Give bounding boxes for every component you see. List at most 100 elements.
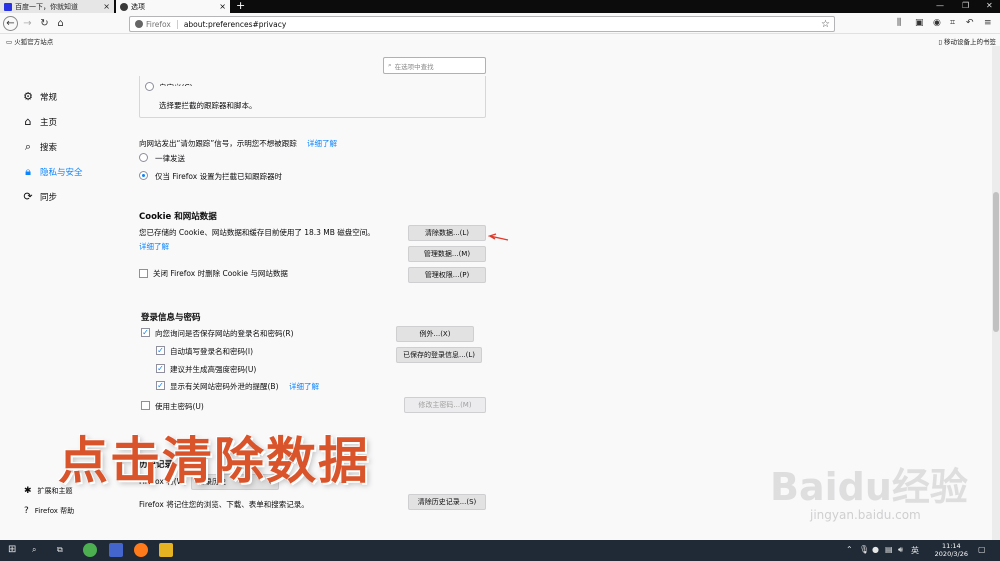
close-tab-icon[interactable]: × — [219, 2, 226, 11]
menu-icon[interactable]: ≡ — [984, 18, 992, 28]
clear-history-button[interactable]: 清除历史记录...(S) — [408, 494, 486, 510]
ime-indicator[interactable]: 英 — [911, 545, 919, 556]
custom-radio[interactable] — [145, 82, 154, 91]
close-window-button[interactable]: ✕ — [986, 1, 993, 10]
clock-date: 2020/3/26 — [934, 550, 968, 558]
sidebar-icon[interactable]: ▣ — [915, 18, 924, 28]
history-description: Firefox 将记住您的浏览、下载、表单和搜索记录。 — [139, 500, 309, 509]
scrollbar-thumb[interactable] — [993, 192, 999, 332]
bookmark-star-icon[interactable]: ☆ — [821, 19, 830, 30]
back-button[interactable]: ← — [3, 16, 18, 31]
undo-icon[interactable]: ↶ — [966, 18, 974, 28]
file-explorer-icon[interactable] — [159, 543, 173, 557]
back-arrow-icon: ← — [6, 18, 15, 29]
delete-on-close-checkbox[interactable] — [139, 269, 148, 278]
help-link[interactable]: ? Firefox 帮助 — [24, 506, 74, 516]
tab-options[interactable]: 选项 × — [116, 0, 230, 13]
bookmark-item[interactable]: ▭ 火狐官方站点 — [6, 36, 53, 46]
help-label: Firefox 帮助 — [34, 507, 75, 515]
manage-permissions-button[interactable]: 管理权限...(P) — [408, 267, 486, 283]
notifications-icon[interactable]: ▢ — [978, 545, 986, 554]
minimize-button[interactable]: — — [936, 1, 944, 10]
autofill-checkbox[interactable]: ✓ — [156, 346, 165, 355]
baidu-watermark-url: jingyan.baidu.com — [810, 508, 921, 522]
bookmark-label: 火狐官方站点 — [14, 38, 54, 46]
clock-time: 11:14 — [941, 542, 961, 550]
custom-label: 自定义(C) — [159, 82, 193, 86]
sidebar-item-label: 常规 — [40, 92, 58, 103]
home-icon: ⌂ — [24, 115, 32, 128]
library-icon[interactable]: ⫼ — [897, 18, 901, 28]
breach-alerts-checkbox[interactable]: ✓ — [156, 381, 165, 390]
suggest-password-checkbox[interactable]: ✓ — [156, 364, 165, 373]
bookmarks-toolbar: ▭ 火狐官方站点 ▯ 移动设备上的书签 — [0, 34, 1000, 46]
url-bar[interactable]: Firefox about:preferences#privacy ☆ — [129, 16, 835, 32]
task-view-icon[interactable]: ⧉ — [57, 545, 63, 555]
dnt-learn-more-link[interactable]: 详细了解 — [307, 138, 337, 149]
screenshot-icon[interactable]: ⌗ — [950, 18, 955, 28]
tab-strip: 百度一下，你就知道 × 选项 × + — ❐ ✕ — [0, 0, 1000, 13]
clear-data-button[interactable]: 清除数据...(L) — [408, 225, 486, 241]
sync-icon: ⟳ — [23, 190, 33, 203]
cookies-heading: Cookie 和网站数据 — [139, 212, 217, 222]
dnt-text: 向网站发出“请勿跟踪”信号，示明您不想被跟踪 — [139, 139, 297, 148]
preferences-page: ⌕ 在选项中查找 ⚙ 常规 ⌂ 主页 ⌕ 搜索 🔒︎ 隐私与安全 ⟳ 同步 ✱ … — [0, 46, 992, 540]
tray-app-icon[interactable]: ● — [872, 545, 879, 554]
windows-taskbar: ⊞ ⌕ ⧉ ⌃ 🎙︎ ● ▤ 🔊︎ 英 11:14 2020/3/26 ▢ — [0, 540, 1000, 561]
forward-button[interactable]: → — [20, 16, 35, 31]
home-button[interactable]: ⌂ — [53, 16, 68, 31]
search-icon[interactable]: ⌕ — [32, 545, 36, 555]
firefox-taskbar-icon[interactable] — [134, 543, 148, 557]
cookies-learn-more-link[interactable]: 详细了解 — [139, 241, 169, 252]
search-icon: ⌕ — [24, 140, 32, 153]
new-tab-button[interactable]: + — [236, 0, 245, 12]
folder-icon: ▭ — [6, 38, 13, 46]
tray-chevron-icon[interactable]: ⌃ — [846, 545, 853, 554]
microphone-icon[interactable]: 🎙︎ — [859, 545, 869, 554]
account-icon[interactable]: ◉ — [933, 18, 941, 28]
app-360-icon[interactable] — [83, 543, 97, 557]
gear-favicon-icon — [120, 2, 128, 11]
page-scrollbar[interactable] — [992, 46, 1000, 540]
exceptions-button[interactable]: 例外...(X) — [396, 326, 474, 342]
ask-save-checkbox[interactable]: ✓ — [141, 328, 150, 337]
forward-arrow-icon: → — [23, 18, 32, 29]
search-icon: ⌕ — [388, 61, 392, 69]
dnt-only-radio[interactable] — [139, 171, 148, 180]
saved-logins-button[interactable]: 已保存的登录信息...(L) — [396, 347, 482, 363]
mobile-icon: ▯ — [938, 38, 942, 46]
preferences-search-input[interactable]: ⌕ 在选项中查找 — [383, 57, 486, 74]
mobile-bookmarks[interactable]: ▯ 移动设备上的书签 — [938, 36, 996, 46]
dnt-only-label: 仅当 Firefox 设置为拦截已知跟踪器时 — [155, 172, 283, 181]
lock-icon: 🔒︎ — [25, 165, 31, 178]
windows-start-icon[interactable]: ⊞ — [8, 544, 16, 555]
dnt-always-radio[interactable] — [139, 153, 148, 162]
volume-icon[interactable]: 🔊︎ — [898, 545, 903, 555]
reload-button[interactable]: ↻ — [37, 16, 52, 31]
suggest-password-label: 建议并生成高强度密码(U) — [170, 365, 257, 374]
app-blue-icon[interactable] — [109, 543, 123, 557]
master-password-label: 使用主密码(U) — [155, 402, 204, 411]
gear-icon: ⚙ — [23, 90, 33, 103]
manage-data-button[interactable]: 管理数据...(M) — [408, 246, 486, 262]
tab-title: 选项 — [131, 2, 145, 11]
home-icon: ⌂ — [57, 18, 64, 29]
delete-on-close-label: 关闭 Firefox 时删除 Cookie 与网站数据 — [153, 269, 288, 278]
tab-baidu[interactable]: 百度一下，你就知道 × — [0, 0, 114, 13]
sidebar-item-general[interactable]: ⚙ 常规 — [22, 90, 57, 103]
url-text[interactable]: about:preferences#privacy — [184, 20, 286, 29]
sidebar-item-privacy[interactable]: 🔒︎ 隐私与安全 — [22, 165, 83, 179]
sidebar-item-sync[interactable]: ⟳ 同步 — [22, 190, 57, 203]
sidebar-item-home[interactable]: ⌂ 主页 — [22, 115, 58, 128]
sidebar-item-label: 隐私与安全 — [40, 168, 83, 178]
master-password-checkbox[interactable] — [141, 401, 150, 410]
maximize-button[interactable]: ❐ — [962, 1, 969, 10]
dnt-always-label: 一律发送 — [155, 154, 185, 163]
sidebar-item-search[interactable]: ⌕ 搜索 — [22, 140, 57, 154]
system-clock[interactable]: 11:14 2020/3/26 — [935, 542, 968, 558]
breach-learn-more-link[interactable]: 详细了解 — [289, 381, 319, 392]
network-icon[interactable]: ▤ — [885, 545, 893, 554]
close-tab-icon[interactable]: × — [103, 2, 110, 11]
firefox-identity-icon — [135, 20, 143, 28]
change-master-password-button[interactable]: 修改主密码...(M) — [404, 397, 486, 413]
